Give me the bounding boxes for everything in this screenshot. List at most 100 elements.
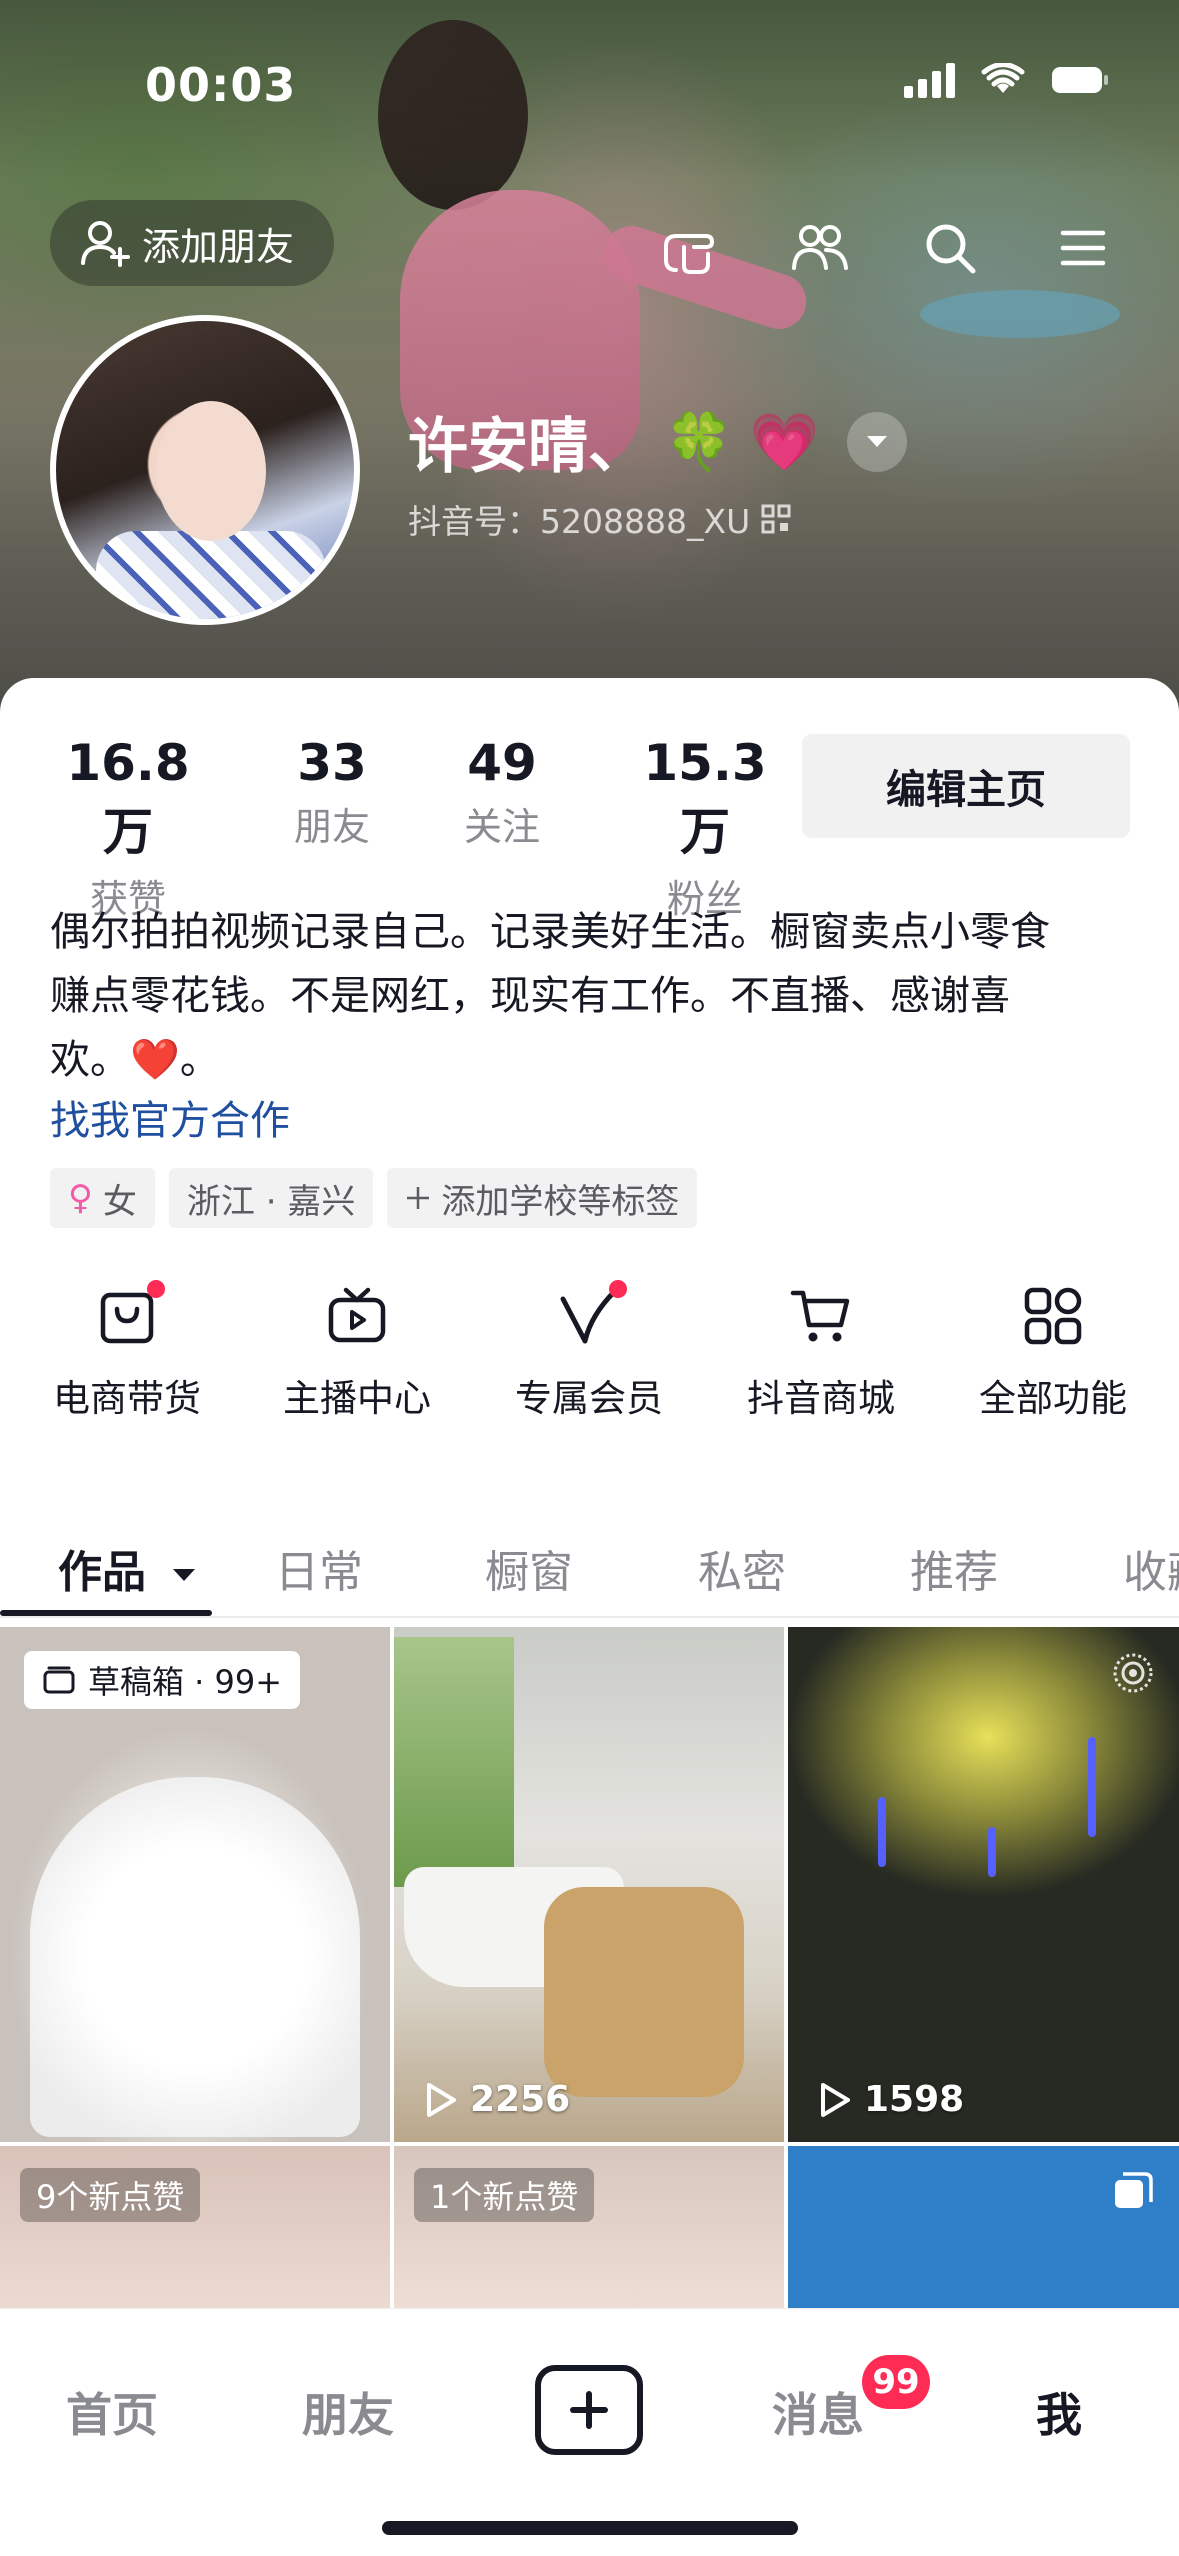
shortcut-row: 电商带货 主播中心 专属会员 抖音商城 全部功能	[0, 1278, 1179, 1428]
cart-icon	[790, 1290, 850, 1342]
tag-add-school-label: 添加学校等标签	[441, 1181, 680, 1222]
header-action-row: 添加朋友	[0, 200, 1179, 290]
shortcut-creator-center-label: 主播中心	[283, 1377, 431, 1420]
live-tv-icon	[328, 1287, 386, 1343]
grid-apps-icon	[1024, 1287, 1082, 1345]
shortcut-ecommerce-label: 电商带货	[53, 1377, 201, 1420]
pointing-hand-icon	[664, 234, 714, 274]
video-tile-3[interactable]: 1598	[788, 1627, 1179, 2142]
stat-fans-value: 15.3万	[643, 734, 767, 861]
tab-showcase[interactable]: 橱窗	[485, 1536, 573, 1600]
new-likes-badge: 1个新点赞	[414, 2168, 595, 2222]
search-icon	[926, 224, 976, 274]
status-time: 00:03	[145, 58, 297, 112]
shortcut-ecommerce[interactable]: 电商带货	[32, 1278, 222, 1422]
followers-group-button[interactable]	[782, 210, 858, 286]
people-icon	[792, 225, 848, 270]
stat-friends-value: 33	[297, 734, 367, 792]
play-count-value: 1598	[864, 2079, 965, 2120]
tab-favorites[interactable]: 收藏	[1123, 1536, 1179, 1600]
edit-profile-button[interactable]: 编辑主页	[802, 734, 1130, 838]
tag-gender-label: 女	[102, 1181, 137, 1222]
play-icon	[821, 2082, 850, 2117]
profile-header-cover[interactable]: 00:03 添加朋友 许安晴、 🍀 💗 抖音号：5208888_XU	[0, 0, 1179, 720]
nav-messages[interactable]: 消息	[772, 2379, 864, 2445]
create-post-button[interactable]	[535, 2365, 643, 2455]
bio-line-2: 赚点零花钱。不是网红，现实有工作。不直播、感谢喜	[50, 973, 1010, 1019]
chevron-down-icon	[867, 435, 888, 447]
multi-image-icon	[1115, 2172, 1153, 2208]
tab-private[interactable]: 私密	[698, 1536, 786, 1600]
bottom-nav: 首页 朋友 消息 99 我	[0, 2308, 1179, 2556]
female-icon: ♀	[68, 1178, 93, 1218]
tag-location-label: 浙江 · 嘉兴	[186, 1181, 356, 1222]
video-tile-2[interactable]: 2256	[394, 1627, 784, 2142]
menu-button[interactable]	[1045, 210, 1121, 286]
search-button[interactable]	[912, 210, 988, 286]
bio-line-3-end: 。	[179, 1037, 220, 1083]
new-likes-badge: 9个新点赞	[20, 2168, 201, 2222]
play-icon	[427, 2082, 456, 2117]
video-tile-drafts[interactable]: 草稿箱 · 99+	[0, 1627, 390, 2142]
nav-friends[interactable]: 朋友	[302, 2379, 394, 2445]
profile-bio: 偶尔拍拍视频记录自己。记录美好生活。橱窗卖点小零食 赚点零花钱。不是网红，现实有…	[50, 900, 1140, 1092]
content-tabs: 作品 日常 橱窗 私密 推荐 收藏	[0, 1518, 1179, 1618]
shortcut-douyin-mall[interactable]: 抖音商城	[726, 1278, 916, 1422]
stat-likes-value: 16.8万	[66, 734, 190, 861]
business-contact-link[interactable]: 找我官方合作	[50, 1088, 290, 1146]
add-friend-button[interactable]: 添加朋友	[50, 200, 335, 286]
wifi-icon	[981, 63, 1025, 93]
profile-avatar[interactable]	[50, 315, 360, 625]
active-tab-underline	[0, 1610, 212, 1616]
nav-me[interactable]: 我	[1036, 2379, 1082, 2445]
drafts-box-icon	[43, 1666, 75, 1694]
stat-following[interactable]: 49 关注	[432, 734, 572, 851]
play-count: 1598	[818, 2079, 964, 2120]
qr-code-icon[interactable]	[760, 503, 792, 535]
status-icons	[904, 62, 1109, 98]
plus-icon	[570, 2391, 608, 2429]
shortcut-creator-center[interactable]: 主播中心	[262, 1278, 452, 1422]
home-indicator	[382, 2521, 798, 2535]
caret-down-icon	[173, 1569, 196, 1581]
account-switch-button[interactable]	[847, 411, 908, 472]
nav-home[interactable]: 首页	[66, 2379, 158, 2445]
pink-heart-emoji: 💗	[749, 409, 820, 475]
bio-line-3: 欢。❤️。	[50, 1028, 1140, 1092]
stat-fans[interactable]: 15.3万 粉丝	[622, 734, 788, 923]
clover-emoji: 🍀	[664, 409, 734, 475]
shortcut-membership[interactable]: 专属会员	[494, 1278, 684, 1422]
stat-likes[interactable]: 16.8万 获赞	[48, 734, 208, 923]
add-person-icon	[81, 221, 130, 267]
profile-card: 16.8万 获赞 33 朋友 49 关注 15.3万 粉丝 编辑主页 偶尔拍拍视…	[0, 678, 1179, 2346]
messages-badge: 99	[862, 2355, 930, 2409]
profile-nickname[interactable]: 许安晴、 🍀 💗	[408, 398, 908, 485]
douyin-id[interactable]: 抖音号：5208888_XU	[408, 495, 792, 543]
shortcut-all-features[interactable]: 全部功能	[958, 1278, 1148, 1422]
drafts-badge: 草稿箱 · 99+	[24, 1651, 301, 1709]
plus-icon	[407, 1187, 430, 1209]
live-photo-icon	[1113, 1653, 1153, 1693]
tab-recommended[interactable]: 推荐	[910, 1536, 998, 1600]
add-friend-label: 添加朋友	[142, 224, 295, 269]
tab-works-label: 作品	[58, 1547, 146, 1598]
play-count-value: 2256	[470, 2079, 571, 2120]
stat-friends-label: 朋友	[293, 805, 370, 849]
drafts-badge-label: 草稿箱 · 99+	[88, 1663, 283, 1701]
nickname-text: 许安晴、	[408, 412, 648, 482]
shortcut-ecommerce-dot	[147, 1280, 165, 1298]
tag-add-school[interactable]: 添加学校等标签	[387, 1168, 698, 1228]
tag-gender[interactable]: ♀ 女	[50, 1168, 155, 1228]
tab-daily[interactable]: 日常	[275, 1536, 363, 1600]
cellular-signal-icon	[904, 62, 955, 98]
shortcut-douyin-mall-label: 抖音商城	[747, 1377, 895, 1420]
visitor-hand-button[interactable]	[652, 210, 728, 286]
tag-location[interactable]: 浙江 · 嘉兴	[168, 1168, 374, 1228]
tab-works[interactable]: 作品	[58, 1536, 197, 1600]
shortcut-all-features-label: 全部功能	[979, 1377, 1127, 1420]
stat-following-label: 关注	[463, 805, 540, 849]
stat-friends[interactable]: 33 朋友	[262, 734, 402, 851]
douyin-id-text: 抖音号：5208888_XU	[408, 502, 751, 541]
shortcut-membership-label: 专属会员	[515, 1377, 663, 1420]
video-grid: 草稿箱 · 99+ 2256 1598 9个新点赞 1个新点赞	[0, 1627, 1179, 2346]
